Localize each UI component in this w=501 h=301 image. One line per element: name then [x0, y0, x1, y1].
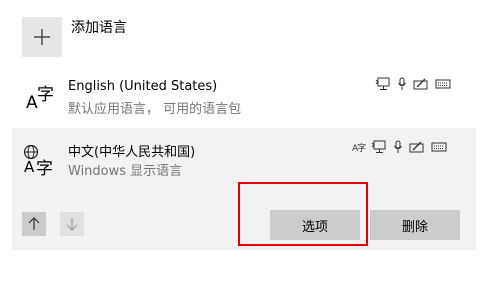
language-status: Windows 显示语言	[68, 164, 183, 179]
language-features: A字	[352, 140, 447, 154]
options-button[interactable]: 选项	[270, 210, 360, 240]
keyboard-icon	[435, 79, 451, 89]
language-name: 中文(中华人民共和国)	[68, 145, 196, 160]
add-language-label[interactable]: 添加语言	[71, 17, 127, 37]
language-icon: 字 A	[26, 85, 54, 113]
keyboard-icon	[431, 142, 447, 152]
handwriting-icon	[409, 141, 424, 153]
language-pack-icon: A字	[352, 143, 366, 154]
text-to-speech-icon	[371, 140, 386, 153]
language-features	[375, 77, 451, 91]
language-status: 默认应用语言， 可用的语言包	[68, 102, 242, 117]
text-to-speech-icon	[375, 77, 390, 90]
language-name: English (United States)	[68, 79, 218, 94]
display-language-icon: 字 A	[22, 142, 56, 179]
add-language-button[interactable]	[22, 17, 62, 57]
arrow-down-icon	[66, 218, 78, 231]
language-row-english[interactable]: 字 A English (United States) 默认应用语言， 可用的语…	[12, 70, 476, 122]
move-up-button[interactable]	[22, 212, 46, 236]
plus-icon	[34, 29, 50, 45]
arrow-up-icon	[28, 217, 40, 230]
handwriting-icon	[413, 78, 428, 90]
remove-button[interactable]: 删除	[370, 210, 460, 240]
speech-recognition-icon	[394, 140, 403, 153]
move-down-button[interactable]	[60, 212, 84, 236]
speech-recognition-icon	[398, 77, 406, 90]
